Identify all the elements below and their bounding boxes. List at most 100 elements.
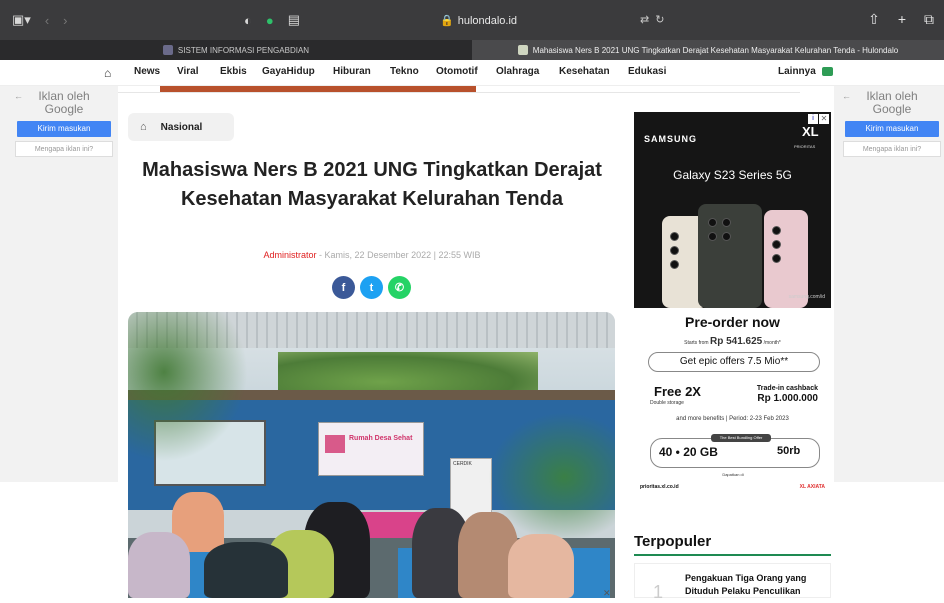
- back-arrow-icon[interactable]: ←: [842, 90, 851, 103]
- nav-item[interactable]: Viral: [177, 66, 220, 77]
- article-photo: Rumah Desa Sehat CERDIK: [128, 312, 615, 598]
- ad-brand: SAMSUNG: [644, 134, 698, 144]
- nav-more-button[interactable]: Lainnya: [778, 66, 833, 77]
- browser-toolbar: ▣▾ ‹ › ◐ ● ▤ 🔒 hulondalo.id ⇄ ↻ ⇧ + ⧉: [0, 0, 944, 40]
- nav-item[interactable]: Tekno: [390, 66, 436, 77]
- home-icon[interactable]: ⌂: [140, 121, 147, 133]
- ad-label: Iklan oleh Google: [38, 89, 90, 116]
- breadcrumb-category[interactable]: Nasional: [161, 122, 203, 133]
- nav-item[interactable]: Kesehatan: [559, 66, 628, 77]
- photo-person: [204, 542, 288, 598]
- nav-item[interactable]: Ekbis: [220, 66, 262, 77]
- forward-icon[interactable]: ›: [63, 13, 67, 28]
- tab-hulondalo-article[interactable]: Mahasiswa Ners B 2021 UNG Tingkatkan Der…: [472, 40, 944, 60]
- reader-icon[interactable]: ▤: [288, 12, 300, 28]
- twitter-share-icon[interactable]: t: [360, 276, 383, 299]
- ad-kuota-box: The Best Bundling Offer 40 • 20 GB 50rb: [650, 434, 820, 468]
- ad-axiata-logo: XL AXIATA: [799, 484, 825, 490]
- camera-lens: [722, 218, 731, 227]
- popular-heading: Terpopuler: [634, 533, 712, 550]
- photo-poster: Rumah Desa Sehat: [318, 422, 424, 476]
- close-icon[interactable]: ✕: [603, 588, 611, 599]
- grammarly-icon[interactable]: ●: [266, 13, 274, 28]
- popular-title[interactable]: Pengakuan Tiga Orang yang Dituduh Pelaku…: [685, 572, 829, 598]
- back-icon[interactable]: ‹: [45, 13, 49, 28]
- ad-info-icon[interactable]: i: [808, 114, 818, 124]
- nav-more-label: Lainnya: [778, 66, 816, 77]
- ad-price-line: Starts from Rp 541.625 /month*: [634, 336, 831, 347]
- send-feedback-button[interactable]: Kirim masukan: [17, 121, 111, 137]
- whatsapp-share-icon[interactable]: ✆: [388, 276, 411, 299]
- sidebar-toggle-icon[interactable]: ▣▾: [12, 12, 31, 28]
- ad-preorder: Pre-order now: [685, 314, 780, 330]
- why-this-ad-button[interactable]: Mengapa iklan ini?: [843, 141, 941, 157]
- tab-label: SISTEM INFORMASI PENGABDIAN: [177, 45, 310, 55]
- ad-starts-from: Starts from: [684, 340, 709, 346]
- article-meta: Administrator - Kamis, 22 Desember 2022 …: [128, 250, 616, 260]
- nav-item[interactable]: Edukasi: [628, 66, 688, 77]
- ad-more-benefits: and more benefits | Period: 2-23 Feb 202…: [676, 416, 789, 422]
- toolbar-right: ⇧ + ⧉: [868, 11, 934, 28]
- ad-free-sub: Double storage: [650, 400, 684, 406]
- samsung-ad-details[interactable]: Pre-order now Starts from Rp 541.625 /mo…: [634, 308, 831, 498]
- camera-lens: [708, 232, 717, 241]
- toolbar-extensions: ◐ ● ▤: [244, 12, 300, 28]
- ad-product: Galaxy S23 Series 5G: [673, 168, 792, 182]
- ad-epic-value: 7.5 Mio**: [747, 356, 789, 367]
- address-bar[interactable]: 🔒 hulondalo.id: [440, 14, 517, 28]
- nav-item[interactable]: Olahraga: [496, 66, 559, 77]
- samsung-ad[interactable]: i ✕ SAMSUNG XL PRIORITAS Galaxy S23 Seri…: [634, 112, 831, 308]
- camera-lens: [722, 232, 731, 241]
- ad-label: Iklan oleh Google: [866, 89, 918, 116]
- photo-plants-left: [128, 312, 248, 462]
- tab-sistem-informasi[interactable]: SISTEM INFORMASI PENGABDIAN: [0, 40, 472, 60]
- why-this-ad-button[interactable]: Mengapa iklan ini?: [15, 141, 113, 157]
- tab-label: Mahasiswa Ners B 2021 UNG Tingkatkan Der…: [532, 45, 899, 55]
- share-icon[interactable]: ⇧: [868, 11, 880, 28]
- dropdown-icon: [821, 67, 833, 76]
- camera-lens: [772, 226, 781, 235]
- home-icon[interactable]: ⌂: [104, 66, 111, 80]
- photo-person: [128, 532, 190, 598]
- ad-partner-sub: PRIORITAS: [794, 144, 816, 149]
- ad-close-icon[interactable]: ✕: [819, 114, 829, 124]
- camera-lens: [772, 254, 781, 263]
- article-author[interactable]: Administrator: [264, 250, 317, 260]
- article-date: Kamis, 22 Desember 2022 | 22:55 WIB: [324, 250, 481, 260]
- ad-price2: 50rb: [777, 445, 801, 457]
- house-icon: [325, 435, 345, 453]
- google-ad-right: ← Iklan oleh Google Kirim masukan Mengap…: [842, 90, 942, 157]
- nav-item[interactable]: News: [134, 66, 177, 77]
- nav-item[interactable]: Otomotif: [436, 66, 496, 77]
- reload-icon[interactable]: ↻: [655, 13, 664, 26]
- site-navbar: ⌂ News Viral Ekbis GayaHidup Hiburan Tek…: [0, 60, 944, 86]
- divider: [118, 92, 800, 93]
- popular-item[interactable]: 1 Pengakuan Tiga Orang yang Dituduh Pela…: [634, 563, 831, 602]
- ad-epic-offer: Get epic offers 7.5 Mio**: [648, 352, 820, 372]
- camera-lens: [670, 246, 679, 255]
- nav-menu: News Viral Ekbis GayaHidup Hiburan Tekno…: [134, 66, 688, 77]
- send-feedback-button[interactable]: Kirim masukan: [845, 121, 939, 137]
- toolbar-left: ▣▾ ‹ ›: [12, 12, 68, 28]
- ad-tradein: Trade-in cashback Rp 1.000.000: [738, 384, 818, 405]
- poster-title: Rumah Desa Sehat: [349, 435, 413, 442]
- translate-icon[interactable]: ⇄: [640, 13, 649, 26]
- camera-lens: [708, 218, 717, 227]
- ad-available: Dapatkan di: [722, 472, 744, 477]
- new-tab-icon[interactable]: +: [898, 11, 906, 28]
- ad-best-offer: The Best Bundling Offer: [711, 434, 771, 442]
- facebook-share-icon[interactable]: f: [332, 276, 355, 299]
- tab-overview-icon[interactable]: ⧉: [924, 11, 934, 28]
- ad-site: samsung.com/id: [788, 294, 825, 300]
- ad-price: Rp 541.625: [709, 336, 763, 347]
- privacy-icon[interactable]: ◐: [244, 13, 252, 28]
- back-arrow-icon[interactable]: ←: [14, 90, 23, 103]
- ad-partner-logo: XL: [802, 124, 819, 139]
- phone-image: [698, 204, 762, 308]
- ad-tradein-value: Rp 1.000.000: [757, 393, 818, 404]
- share-buttons: f t ✆: [332, 276, 411, 299]
- breadcrumb[interactable]: ⌂ Nasional: [128, 113, 234, 141]
- nav-item[interactable]: Hiburan: [333, 66, 390, 77]
- nav-item[interactable]: GayaHidup: [262, 66, 333, 77]
- ad-prioritas-link[interactable]: prioritas.xl.co.id: [640, 484, 679, 490]
